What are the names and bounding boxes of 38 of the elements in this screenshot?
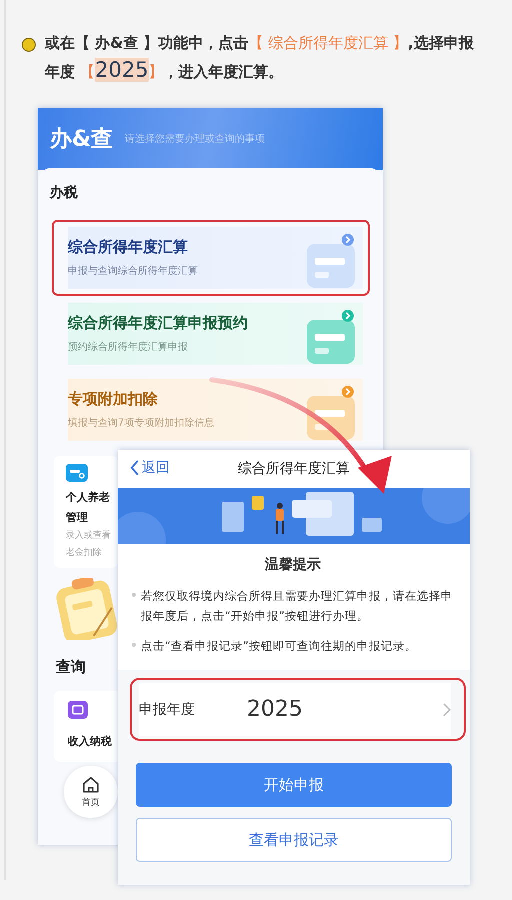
page-subtitle: 请选择您需要办理或查询的事项 <box>125 132 266 146</box>
section-heading: 办税 <box>50 184 79 202</box>
service-tile[interactable]: 收入纳税 <box>54 691 118 762</box>
bullet-dot <box>132 593 136 597</box>
chevron-icon <box>443 702 451 716</box>
tile-title: 收入纳税 <box>68 734 113 750</box>
view-records-button[interactable]: 查看申报记录 <box>136 818 452 862</box>
tile-title: 管理 <box>66 510 89 526</box>
back-chevron-icon <box>130 460 140 476</box>
service-tile[interactable]: 个人养老 管理 录入或查看 老金扣除 <box>54 456 118 568</box>
notice-text: 若您仅取得境内综合所得且需要办理汇算申报，请在选择申报年度后，点击“开始申报”按钮进行办理。 <box>141 588 454 625</box>
year-label: 申报年度 <box>139 700 196 718</box>
notice-title: 温馨提示 <box>264 556 322 574</box>
bullet-dot <box>132 643 136 647</box>
tile-description: 录入或查看 <box>66 530 112 543</box>
year-selector[interactable]: 申报年度 2025 <box>130 678 466 741</box>
home-icon <box>82 776 100 794</box>
bullet-dot <box>22 38 36 52</box>
notice-text: 点击“查看申报记录”按钮即可查询往期的申报记录。 <box>141 638 417 655</box>
tile-description: 老金扣除 <box>66 546 103 560</box>
section-heading: 查询 <box>56 658 87 677</box>
page-title: 办&查 <box>50 126 114 154</box>
service-subtitle: 申报与查询综合所得年度汇算 <box>68 264 199 278</box>
instruction-text: 或在【 办&查 】功能中，点击【 综合所得年度汇算 】,选择申报年度 【2025】，进入年度汇算。 <box>45 33 475 84</box>
screen-title: 综合所得年度汇算 <box>238 460 350 478</box>
home-tab[interactable]: 首页 <box>64 766 118 818</box>
card-icon <box>66 464 88 482</box>
wallet-icon <box>68 701 88 719</box>
service-subtitle: 填报与查询7项专项附加扣除信息 <box>68 416 216 430</box>
year-value: 2025 <box>247 697 304 722</box>
back-button[interactable]: 返回 <box>130 459 170 477</box>
service-subtitle: 预约综合所得年度汇算申报 <box>68 340 189 354</box>
service-title: 专项附加扣除 <box>68 390 159 409</box>
service-title: 综合所得年度汇算申报预约 <box>68 314 249 333</box>
service-title: 综合所得年度汇算 <box>68 238 189 257</box>
service-card[interactable]: 综合所得年度汇算 申报与查询综合所得年度汇算 <box>52 220 370 296</box>
start-filing-button[interactable]: 开始申报 <box>136 763 452 807</box>
tile-title: 个人养老 <box>66 490 111 506</box>
